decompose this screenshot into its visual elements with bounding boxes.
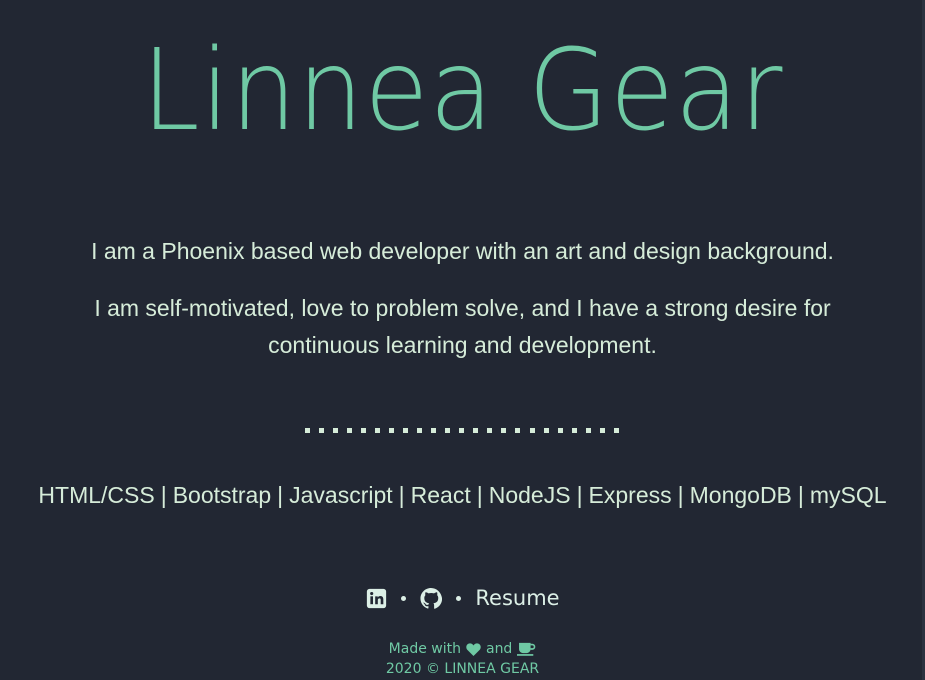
divider-dot	[347, 428, 353, 433]
bio-line-2: I am self-motivated, love to problem sol…	[94, 295, 831, 358]
heart-icon	[466, 642, 481, 656]
divider-dot	[487, 428, 493, 433]
divider-dot	[571, 428, 577, 433]
divider-dot	[333, 428, 339, 433]
divider-dot	[375, 428, 381, 433]
skill-separator: |	[476, 482, 483, 508]
divider-dot	[417, 428, 423, 433]
skill-separator: |	[677, 482, 684, 508]
bio-line-1: I am a Phoenix based web developer with …	[91, 238, 834, 264]
divider-dot	[599, 428, 605, 433]
social-links: Resume	[0, 583, 925, 613]
divider-dot	[319, 428, 325, 433]
skill-separator: |	[160, 482, 167, 508]
skill-item: MongoDB	[689, 482, 792, 508]
skill-item: HTML/CSS	[38, 482, 155, 508]
divider-dot	[501, 428, 507, 433]
skill-item: NodeJS	[488, 482, 571, 508]
divider-dot	[585, 428, 591, 433]
divider-dot	[459, 428, 465, 433]
linkedin-icon[interactable]	[365, 587, 387, 609]
page-title: Linnea Gear	[141, 26, 784, 156]
skill-item: Javascript	[289, 482, 393, 508]
copyright: 2020 © LINNEA GEAR	[385, 661, 540, 677]
skill-item: Bootstrap	[172, 482, 272, 508]
divider-dot	[529, 428, 535, 433]
skill-item: React	[410, 482, 471, 508]
divider-dot	[389, 428, 395, 433]
skill-separator: |	[576, 482, 583, 508]
divider-dot	[613, 428, 619, 433]
skill-separator: |	[277, 482, 284, 508]
divider-dot	[557, 428, 563, 433]
divider-dot	[403, 428, 409, 433]
divider-dot	[543, 428, 549, 433]
divider-dot	[515, 428, 521, 433]
skill-separator: |	[398, 482, 405, 508]
skills-list: HTML/CSS | Bootstrap | Javascript | React | Node…	[0, 478, 925, 512]
divider-dot	[473, 428, 479, 433]
divider-dot	[305, 428, 310, 433]
made-with-line: Made with and	[0, 639, 925, 659]
resume-link[interactable]: Resume	[475, 583, 559, 613]
skill-separator: |	[797, 482, 804, 508]
and-text: and	[485, 641, 513, 657]
skill-item: Express	[588, 482, 672, 508]
separator-dot	[456, 595, 462, 601]
skill-item: mySQL	[809, 482, 887, 508]
divider-dot	[361, 428, 367, 433]
separator-dot	[401, 595, 407, 601]
dotted-divider	[305, 428, 619, 434]
divider-dot	[431, 428, 437, 433]
made-with-text: Made with	[388, 641, 461, 657]
github-icon[interactable]	[420, 587, 443, 609]
coffee-icon	[517, 642, 536, 656]
divider-dot	[445, 428, 451, 433]
footer: Made with and 2020 © LINNEA GEAR	[0, 639, 925, 679]
